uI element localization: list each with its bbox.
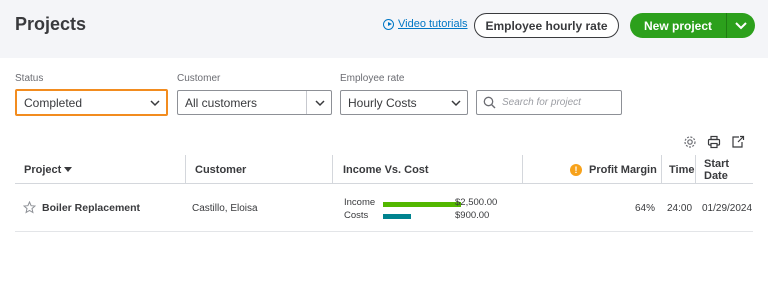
employee-rate-filter-label: Employee rate: [340, 73, 405, 84]
column-label-project: Project: [24, 163, 62, 176]
column-header-project[interactable]: Project: [24, 155, 73, 184]
play-icon: [383, 18, 394, 30]
column-separator: [695, 155, 696, 184]
column-label-profit-margin: Profit Margin: [589, 163, 657, 176]
select-divider: [306, 91, 307, 114]
column-header-customer[interactable]: Customer: [195, 155, 246, 184]
search-icon: [483, 96, 496, 109]
column-separator: [185, 155, 186, 184]
profit-margin-value: 64%: [635, 203, 656, 214]
favorite-star[interactable]: [23, 201, 36, 214]
costs-value: $900.00: [455, 210, 490, 221]
new-project-dropdown-button[interactable]: [727, 13, 755, 38]
income-bar: [383, 202, 461, 207]
warning-icon[interactable]: !: [570, 163, 582, 176]
column-header-profit-margin[interactable]: ! Profit Margin: [570, 155, 657, 184]
table-row[interactable]: Boiler Replacement Castillo, Eloisa Inco…: [15, 185, 753, 232]
chevron-down-icon: [735, 21, 747, 29]
start-date-value: 01/29/2024: [702, 203, 753, 214]
printer-icon[interactable]: [707, 135, 721, 149]
status-filter-select[interactable]: Completed: [15, 89, 168, 116]
column-separator: [661, 155, 662, 184]
sort-desc-icon: [64, 166, 73, 172]
chevron-down-icon: [150, 100, 160, 107]
customer-filter-label: Customer: [177, 73, 221, 84]
export-icon[interactable]: [731, 135, 745, 149]
status-filter-label: Status: [15, 73, 44, 84]
video-tutorials-label: Video tutorials: [398, 18, 468, 30]
page-title: Projects: [15, 14, 87, 34]
chevron-down-icon: [315, 100, 325, 107]
project-name[interactable]: Boiler Replacement: [42, 202, 140, 214]
gear-icon[interactable]: [683, 135, 697, 149]
column-header-time[interactable]: Time: [669, 155, 694, 184]
projects-table-header: Project Customer Income Vs. Cost ! Profi…: [15, 155, 753, 184]
income-label: Income: [344, 197, 376, 208]
project-search-input[interactable]: Search for project: [476, 90, 622, 115]
chevron-down-icon: [451, 100, 461, 107]
page-header: Projects Video tutorials Employee hourly…: [0, 0, 768, 58]
costs-label: Costs: [344, 210, 369, 221]
column-header-start-date[interactable]: Start Date: [704, 155, 753, 184]
employee-hourly-rate-button[interactable]: Employee hourly rate: [474, 13, 619, 38]
table-toolbar: [683, 135, 745, 149]
costs-bar: [383, 214, 412, 219]
column-separator: [332, 155, 333, 184]
customer-name: Castillo, Eloisa: [192, 203, 258, 214]
customer-filter-value: All customers: [185, 95, 258, 110]
customer-filter-select[interactable]: All customers: [177, 90, 332, 115]
status-filter-value: Completed: [24, 95, 83, 110]
time-value: 24:00: [667, 203, 693, 214]
employee-rate-filter-select[interactable]: Hourly Costs: [340, 90, 468, 115]
column-separator: [522, 155, 523, 184]
search-placeholder: Search for project: [502, 97, 581, 108]
employee-rate-filter-value: Hourly Costs: [348, 95, 417, 110]
video-tutorials-link[interactable]: Video tutorials: [383, 18, 468, 30]
income-value: $2,500.00: [455, 197, 498, 208]
new-project-split-button: New project: [630, 13, 755, 38]
column-header-income-vs-cost[interactable]: Income Vs. Cost: [343, 155, 429, 184]
employee-hourly-rate-label: Employee hourly rate: [485, 18, 608, 33]
star-icon: [23, 201, 36, 214]
new-project-button[interactable]: New project: [630, 13, 726, 38]
